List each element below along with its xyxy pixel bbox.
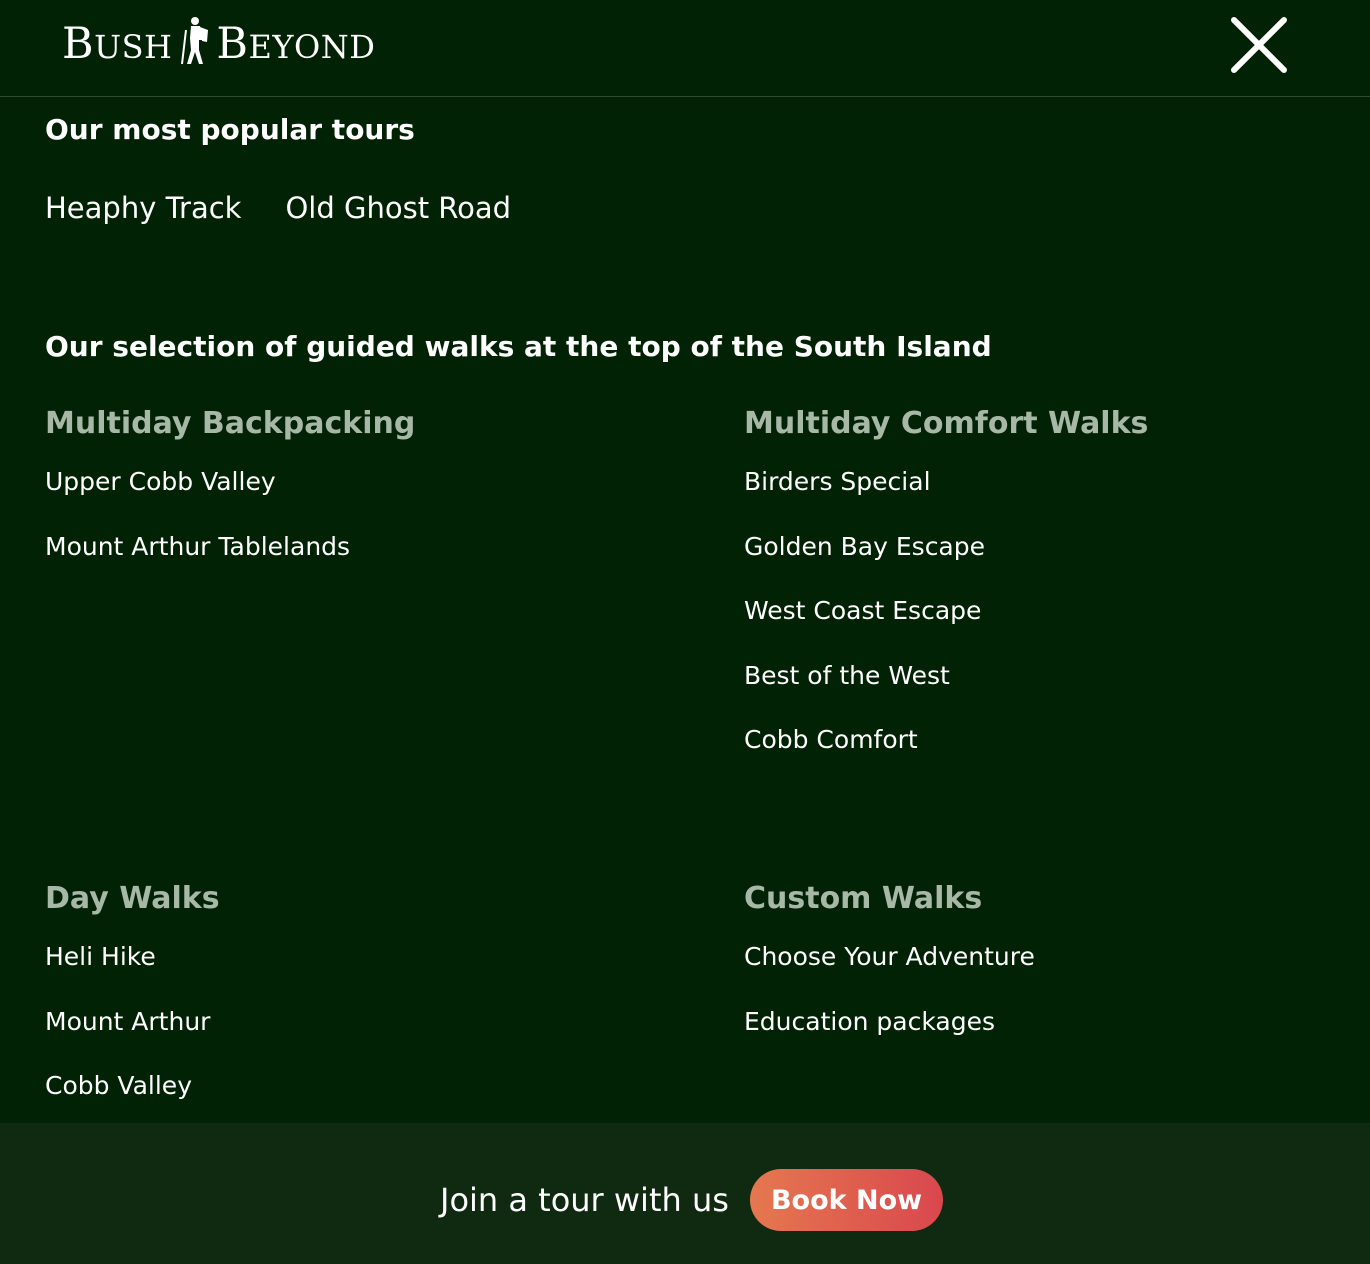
list-item: West Coast Escape <box>744 595 1364 660</box>
walk-link[interactable]: Mount Arthur <box>45 1007 210 1036</box>
logo-word-bush: B USH <box>62 18 173 69</box>
list-item: Best of the West <box>744 660 1364 725</box>
walk-link[interactable]: West Coast Escape <box>744 596 981 625</box>
group-day-walks: Day Walks Heli Hike Mount Arthur Cobb Va… <box>45 877 665 1135</box>
walk-link[interactable]: Cobb Valley <box>45 1071 192 1100</box>
walk-link[interactable]: Education packages <box>744 1007 995 1036</box>
group-list: Birders Special Golden Bay Escape West C… <box>744 466 1364 789</box>
walk-link[interactable]: Heli Hike <box>45 942 156 971</box>
group-list: Choose Your Adventure Education packages <box>744 941 1364 1070</box>
book-now-button[interactable]: Book Now <box>750 1169 943 1231</box>
list-item: Heli Hike <box>45 941 665 1006</box>
group-title: Day Walks <box>45 881 220 916</box>
group-custom-walks: Custom Walks Choose Your Adventure Educa… <box>744 877 1364 1070</box>
popular-tours-heading: Our most popular tours <box>45 113 415 146</box>
group-title: Custom Walks <box>744 881 983 916</box>
logo-beyond-rest: EYOND <box>248 27 376 66</box>
walk-link[interactable]: Upper Cobb Valley <box>45 467 276 496</box>
walk-link[interactable]: Golden Bay Escape <box>744 532 985 561</box>
group-list: Upper Cobb Valley Mount Arthur Tableland… <box>45 466 665 595</box>
group-list: Heli Hike Mount Arthur Cobb Valley <box>45 941 665 1135</box>
close-icon[interactable] <box>1226 12 1292 78</box>
list-item: Mount Arthur Tablelands <box>45 531 665 596</box>
menu-overlay: B USH B EYOND Our most popular tours Heaph… <box>0 0 1370 1264</box>
logo-beyond-initial: B <box>216 18 249 69</box>
guided-walks-heading: Our selection of guided walks at the top… <box>45 330 992 363</box>
group-title: Multiday Backpacking <box>45 406 416 441</box>
walk-link[interactable]: Best of the West <box>744 661 950 690</box>
list-item: Birders Special <box>744 466 1364 531</box>
popular-link-old-ghost-road[interactable]: Old Ghost Road <box>285 186 511 230</box>
brand-logo[interactable]: B USH B EYOND <box>62 16 375 72</box>
walk-link[interactable]: Birders Special <box>744 467 931 496</box>
list-item: Education packages <box>744 1006 1364 1071</box>
list-item: Golden Bay Escape <box>744 531 1364 596</box>
header: B USH B EYOND <box>0 0 1370 97</box>
group-title: Multiday Comfort Walks <box>744 406 1149 441</box>
group-multiday-backpacking: Multiday Backpacking Upper Cobb Valley M… <box>45 402 665 595</box>
popular-tours-links: Heaphy Track Old Ghost Road <box>45 186 511 230</box>
list-item: Upper Cobb Valley <box>45 466 665 531</box>
popular-link-heaphy-track[interactable]: Heaphy Track <box>45 186 241 230</box>
logo-bush-rest: USH <box>94 27 173 66</box>
walk-link[interactable]: Mount Arthur Tablelands <box>45 532 350 561</box>
hiker-icon <box>181 17 209 65</box>
walk-link[interactable]: Choose Your Adventure <box>744 942 1035 971</box>
list-item: Mount Arthur <box>45 1006 665 1071</box>
list-item: Choose Your Adventure <box>744 941 1364 1006</box>
walk-link[interactable]: Cobb Comfort <box>744 725 918 754</box>
logo-word-beyond: B EYOND <box>216 18 376 69</box>
group-multiday-comfort-walks: Multiday Comfort Walks Birders Special G… <box>744 402 1364 789</box>
footer-tagline: Join a tour with us <box>440 1181 729 1219</box>
list-item: Cobb Comfort <box>744 724 1364 789</box>
logo-bush-initial: B <box>62 18 95 69</box>
